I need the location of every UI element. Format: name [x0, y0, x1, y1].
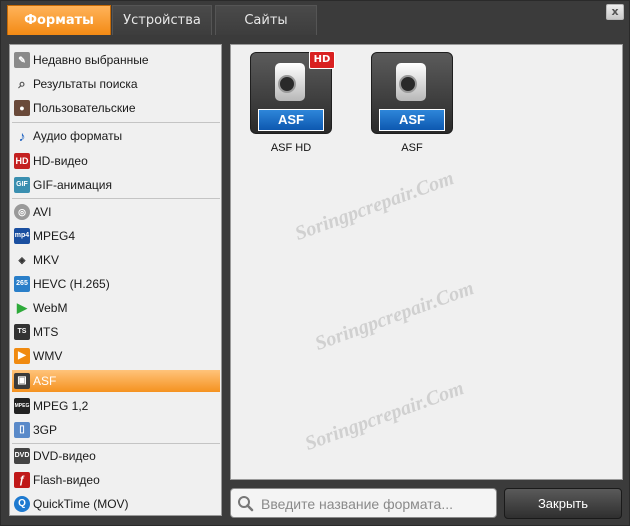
close-button[interactable]: Закрыть: [504, 488, 622, 519]
mkv-icon: ◈: [18, 255, 26, 265]
category-search-results[interactable]: ⌕ Результаты поиска: [12, 73, 220, 95]
close-icon[interactable]: x: [606, 4, 624, 20]
flash-icon: ƒ: [14, 472, 30, 488]
category-label: DVD-видео: [33, 449, 96, 463]
category-label: Результаты поиска: [33, 77, 138, 91]
format-tile-asf-hd[interactable]: HD ASF ASF HD: [249, 51, 335, 154]
3gp-phone-icon: ▯: [14, 422, 30, 438]
watermark: Soringpcrepair.Com: [292, 167, 457, 245]
category-flash[interactable]: ƒ Flash-видео: [12, 469, 220, 491]
camera-lens: [399, 75, 417, 93]
camera-lens: [278, 75, 296, 93]
camcorder-icon: ASF: [371, 52, 453, 134]
divider: [12, 198, 220, 199]
category-gif[interactable]: GIF GIF-анимация: [12, 174, 220, 196]
category-mkv[interactable]: ◈ MKV: [12, 249, 220, 271]
dvd-icon: DVD: [14, 448, 30, 464]
category-dvd[interactable]: DVD DVD-видео: [12, 445, 220, 467]
watermark: Soringpcrepair.Com: [312, 277, 477, 355]
category-label: Пользовательские: [33, 101, 136, 115]
user-icon: ●: [14, 100, 30, 116]
format-caption: ASF: [401, 142, 423, 154]
category-hd-video[interactable]: HD HD-видео: [12, 150, 220, 172]
format-grid: HD ASF ASF HD ASF ASF Soringpcrepair.Com…: [230, 44, 623, 480]
category-mpeg4[interactable]: mp4 MPEG4: [12, 225, 220, 247]
category-mts[interactable]: TS MTS: [12, 321, 220, 343]
category-label: MPEG 1,2: [33, 399, 89, 413]
search-input[interactable]: [259, 492, 495, 516]
category-avi[interactable]: ◎ AVI: [12, 201, 220, 223]
category-custom[interactable]: ● Пользовательские: [12, 97, 220, 119]
category-label: AVI: [33, 205, 52, 219]
divider: [12, 122, 220, 123]
category-webm[interactable]: ▶ WebM: [12, 297, 220, 319]
audio-note-icon: ♪: [18, 128, 26, 144]
category-label: MKV: [33, 253, 60, 267]
category-3gp[interactable]: ▯ 3GP: [12, 419, 220, 441]
camcorder-icon: HD ASF: [250, 51, 335, 134]
category-hevc[interactable]: 265 HEVC (H.265): [12, 273, 220, 295]
search-results-icon: ⌕: [18, 76, 26, 91]
wmv-icon: ▶: [14, 348, 30, 364]
category-label: GIF-анимация: [33, 178, 112, 192]
divider: [12, 443, 220, 444]
formats-dialog: Форматы Устройства Сайты x ✎ Недавно выб…: [0, 0, 630, 526]
avi-icon: ◎: [14, 204, 30, 220]
tab-sites-label: Сайты: [244, 13, 288, 28]
format-category-list[interactable]: ✎ Недавно выбранные ⌕ Результаты поиска …: [9, 44, 222, 516]
category-audio[interactable]: ♪ Аудио форматы: [12, 125, 220, 147]
hd-badge: HD: [309, 51, 335, 69]
tab-formats-label: Форматы: [24, 13, 94, 28]
category-label: Недавно выбранные: [33, 53, 149, 67]
recent-icon: ✎: [14, 52, 30, 68]
tab-devices[interactable]: Устройства: [112, 5, 212, 35]
tab-devices-label: Устройства: [123, 13, 201, 28]
tab-sites[interactable]: Сайты: [215, 5, 317, 35]
format-caption: ASF HD: [270, 142, 312, 154]
category-label: ASF: [33, 374, 57, 388]
category-label: HD-видео: [33, 154, 88, 168]
mp4-icon: mp4: [14, 228, 30, 244]
gif-icon: GIF: [14, 177, 30, 193]
format-search-box[interactable]: [230, 488, 497, 518]
category-wmv[interactable]: ▶ WMV: [12, 345, 220, 367]
category-label: HEVC (H.265): [33, 277, 110, 291]
category-mpeg12[interactable]: MPEG MPEG 1,2: [12, 395, 220, 417]
category-label: 3GP: [33, 423, 58, 437]
watermark: Soringpcrepair.Com: [302, 377, 467, 455]
category-label: MTS: [33, 325, 59, 339]
asf-icon: ▣: [14, 373, 30, 389]
hevc-icon: 265: [14, 276, 30, 292]
webm-play-icon: ▶: [17, 300, 27, 315]
tab-bar: Форматы Устройства Сайты: [3, 5, 623, 37]
search-icon: [238, 496, 254, 512]
category-recent[interactable]: ✎ Недавно выбранные: [12, 49, 220, 71]
category-label: WMV: [33, 349, 63, 363]
format-badge: ASF: [379, 109, 445, 131]
category-quicktime[interactable]: Q QuickTime (MOV): [12, 493, 220, 515]
format-badge: ASF: [258, 109, 324, 131]
category-label: MPEG4: [33, 229, 76, 243]
tab-formats[interactable]: Форматы: [7, 5, 111, 35]
format-tile-asf[interactable]: ASF ASF: [370, 52, 454, 154]
category-label: Flash-видео: [33, 473, 100, 487]
category-label: Аудио форматы: [33, 129, 123, 143]
quicktime-icon: Q: [14, 496, 30, 512]
mts-icon: TS: [14, 324, 30, 340]
category-label: QuickTime (MOV): [33, 497, 129, 511]
category-label: WebM: [33, 301, 68, 315]
hd-icon: HD: [14, 153, 30, 169]
category-asf[interactable]: ▣ ASF: [12, 370, 220, 392]
mpeg-icon: MPEG: [14, 398, 30, 414]
